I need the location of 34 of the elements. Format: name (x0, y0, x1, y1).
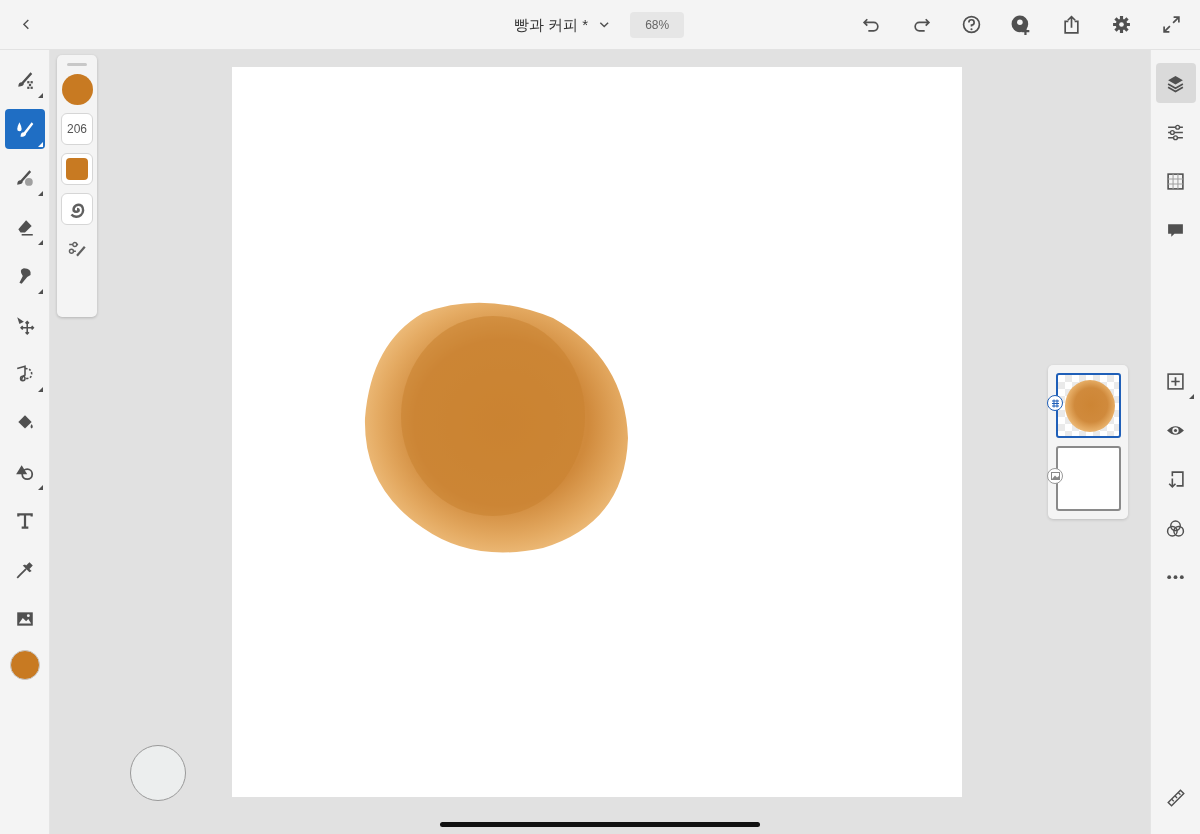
share-icon (1061, 15, 1081, 34)
paint-stroke-thumbnail (1062, 378, 1116, 432)
text-icon (14, 511, 35, 531)
person-plus-icon (1011, 14, 1031, 35)
overlapping-circles-icon (1166, 518, 1185, 538)
brush-color-button[interactable] (61, 74, 93, 105)
ruler-icon (1165, 788, 1186, 808)
more-icon (1166, 573, 1185, 581)
plus-square-icon (1166, 371, 1185, 391)
sliders-icon (1166, 122, 1185, 142)
color-swatch[interactable] (9, 650, 40, 680)
zoom-level[interactable]: 68% (630, 12, 685, 38)
lasso-icon (14, 364, 35, 384)
layers-icon (1166, 73, 1185, 93)
eyedropper-icon (14, 560, 35, 580)
paint-brush-drop-icon (14, 119, 35, 139)
move-arrows-icon (14, 315, 35, 335)
expand-icon (1161, 15, 1181, 34)
drawing-canvas[interactable] (232, 67, 962, 797)
brush-circle-icon (14, 168, 35, 188)
document-title[interactable]: 빵과 커피 * (510, 9, 617, 41)
settings-icon (1111, 15, 1131, 34)
panel-button[interactable] (1155, 63, 1196, 103)
back-icon (22, 19, 30, 30)
layer-thumbnail[interactable] (1056, 373, 1121, 438)
grid-icon (1166, 171, 1185, 191)
tool-button[interactable] (4, 109, 45, 149)
brush-size-button[interactable]: 206 (61, 113, 93, 145)
wetness-button[interactable] (61, 193, 93, 225)
help-icon (961, 15, 981, 34)
sliders-brush-icon (67, 239, 87, 259)
image-icon (14, 609, 35, 629)
layer-thumbnail[interactable] (1056, 446, 1121, 511)
arrow-into-square-icon (1166, 469, 1185, 489)
